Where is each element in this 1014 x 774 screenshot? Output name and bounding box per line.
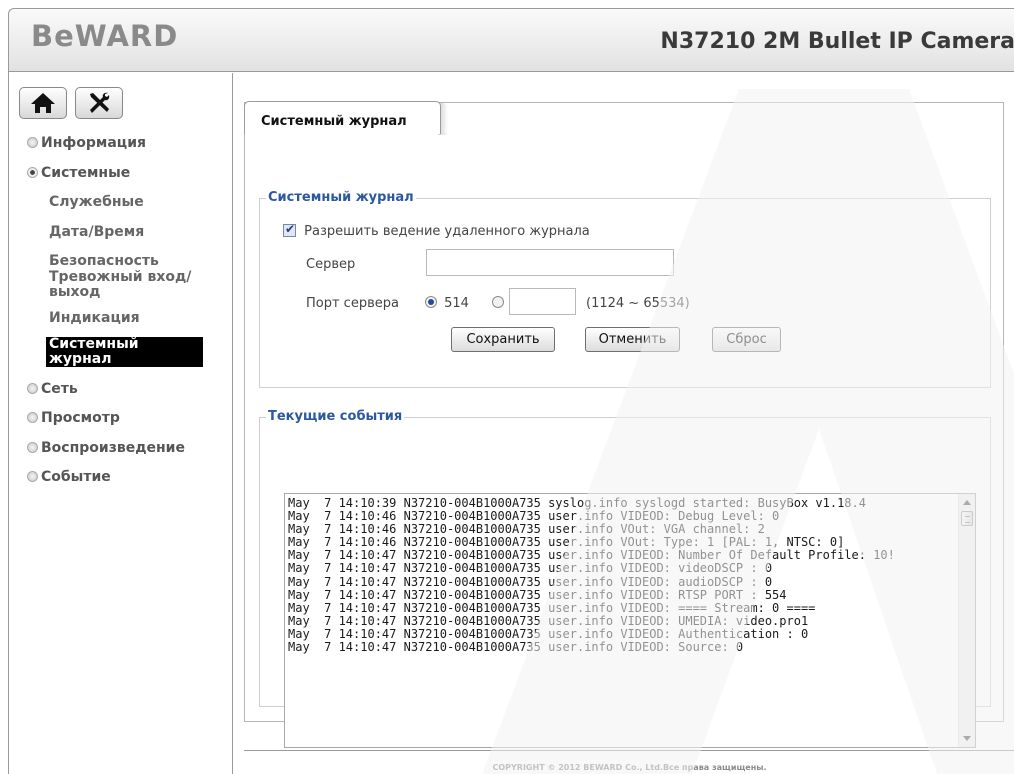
radio-bullet-icon bbox=[27, 412, 38, 423]
log-scrollbar[interactable] bbox=[958, 494, 975, 747]
remote-log-checkbox[interactable] bbox=[283, 222, 296, 237]
submenu-item-indication[interactable]: Индикация bbox=[49, 311, 199, 326]
submenu-item-security[interactable]: Безопасность bbox=[49, 254, 199, 269]
submenu-item-datetime[interactable]: Дата/Время bbox=[49, 225, 199, 240]
port-range-hint: (1124 ~ 65534) bbox=[586, 296, 690, 311]
app-frame: BeWARD N37210 2M Bullet IP Camera Информ… bbox=[8, 8, 1014, 774]
syslog-legend: Системный журнал bbox=[266, 190, 416, 205]
menu-item-network[interactable]: Сеть bbox=[27, 381, 78, 397]
cancel-button[interactable]: Отменить bbox=[585, 327, 680, 352]
scroll-up-icon[interactable] bbox=[963, 500, 971, 505]
main-content: Системный журнал Системный журнал Разреш… bbox=[234, 73, 1014, 774]
submenu-item-syslog[interactable]: Системный журнал bbox=[46, 337, 203, 367]
nav-buttons bbox=[19, 87, 123, 119]
menu-item-label: Информация bbox=[41, 135, 146, 151]
server-label: Сервер bbox=[306, 257, 356, 272]
home-icon bbox=[31, 93, 55, 113]
camera-title: N37210 2M Bullet IP Camera bbox=[660, 29, 1014, 54]
events-legend: Текущие события bbox=[266, 409, 405, 424]
menu-item-system[interactable]: Системные bbox=[27, 165, 130, 181]
menu-item-view[interactable]: Просмотр bbox=[27, 410, 120, 426]
beward-logo: BeWARD bbox=[31, 19, 179, 53]
reset-button[interactable]: Сброс bbox=[712, 327, 781, 352]
event-log-text: May 7 14:10:39 N37210-004B1000A735 syslo… bbox=[288, 496, 895, 655]
sidebar: Информация Системные Служебные Дата/Врем… bbox=[9, 73, 233, 774]
remote-log-row: Разрешить ведение удаленного журнала bbox=[283, 222, 590, 239]
remote-log-label: Разрешить ведение удаленного журнала bbox=[304, 224, 590, 239]
port-custom-radio[interactable] bbox=[492, 296, 504, 308]
menu-item-event[interactable]: Событие bbox=[27, 469, 111, 485]
radio-bullet-icon bbox=[27, 471, 38, 482]
port-default-value: 514 bbox=[444, 296, 469, 311]
tab-syslog[interactable]: Системный журнал bbox=[244, 101, 441, 134]
scroll-down-icon[interactable] bbox=[963, 736, 971, 741]
save-button[interactable]: Сохранить bbox=[451, 327, 555, 352]
port-custom-input[interactable] bbox=[509, 288, 576, 315]
settings-button[interactable] bbox=[75, 87, 123, 119]
menu-item-label: Воспроизведение bbox=[41, 440, 185, 456]
menu-item-label: Событие bbox=[41, 469, 111, 485]
menu-item-label: Просмотр bbox=[41, 410, 120, 426]
submenu-item-alarm-io[interactable]: Тревожный вход/выход bbox=[49, 270, 199, 300]
submenu-item-service[interactable]: Служебные bbox=[49, 195, 199, 210]
server-input[interactable] bbox=[426, 249, 674, 276]
home-button[interactable] bbox=[19, 87, 67, 119]
port-default-option[interactable]: 514 bbox=[425, 296, 469, 311]
menu-item-label: Сеть bbox=[41, 381, 78, 397]
menu-item-label: Системные bbox=[41, 165, 131, 181]
page-header: BeWARD N37210 2M Bullet IP Camera bbox=[9, 9, 1014, 72]
radio-bullet-icon bbox=[27, 442, 38, 453]
radio-bullet-selected-icon bbox=[27, 167, 38, 178]
radio-bullet-icon bbox=[27, 383, 38, 394]
footer-copyright: COPYRIGHT © 2012 BEWARD Co., Ltd.Все пра… bbox=[492, 763, 767, 772]
port-custom-option[interactable] bbox=[492, 296, 504, 311]
scroll-thumb[interactable] bbox=[961, 511, 973, 526]
port-label: Порт сервера bbox=[306, 296, 399, 311]
radio-bullet-icon bbox=[27, 137, 38, 148]
menu-item-playback[interactable]: Воспроизведение bbox=[27, 440, 185, 456]
event-log-textarea[interactable]: May 7 14:10:39 N37210-004B1000A735 syslo… bbox=[284, 493, 976, 748]
footer-divider bbox=[244, 750, 1014, 751]
tools-icon bbox=[90, 92, 110, 113]
port-default-radio[interactable] bbox=[425, 296, 437, 308]
menu-item-info[interactable]: Информация bbox=[27, 135, 146, 151]
